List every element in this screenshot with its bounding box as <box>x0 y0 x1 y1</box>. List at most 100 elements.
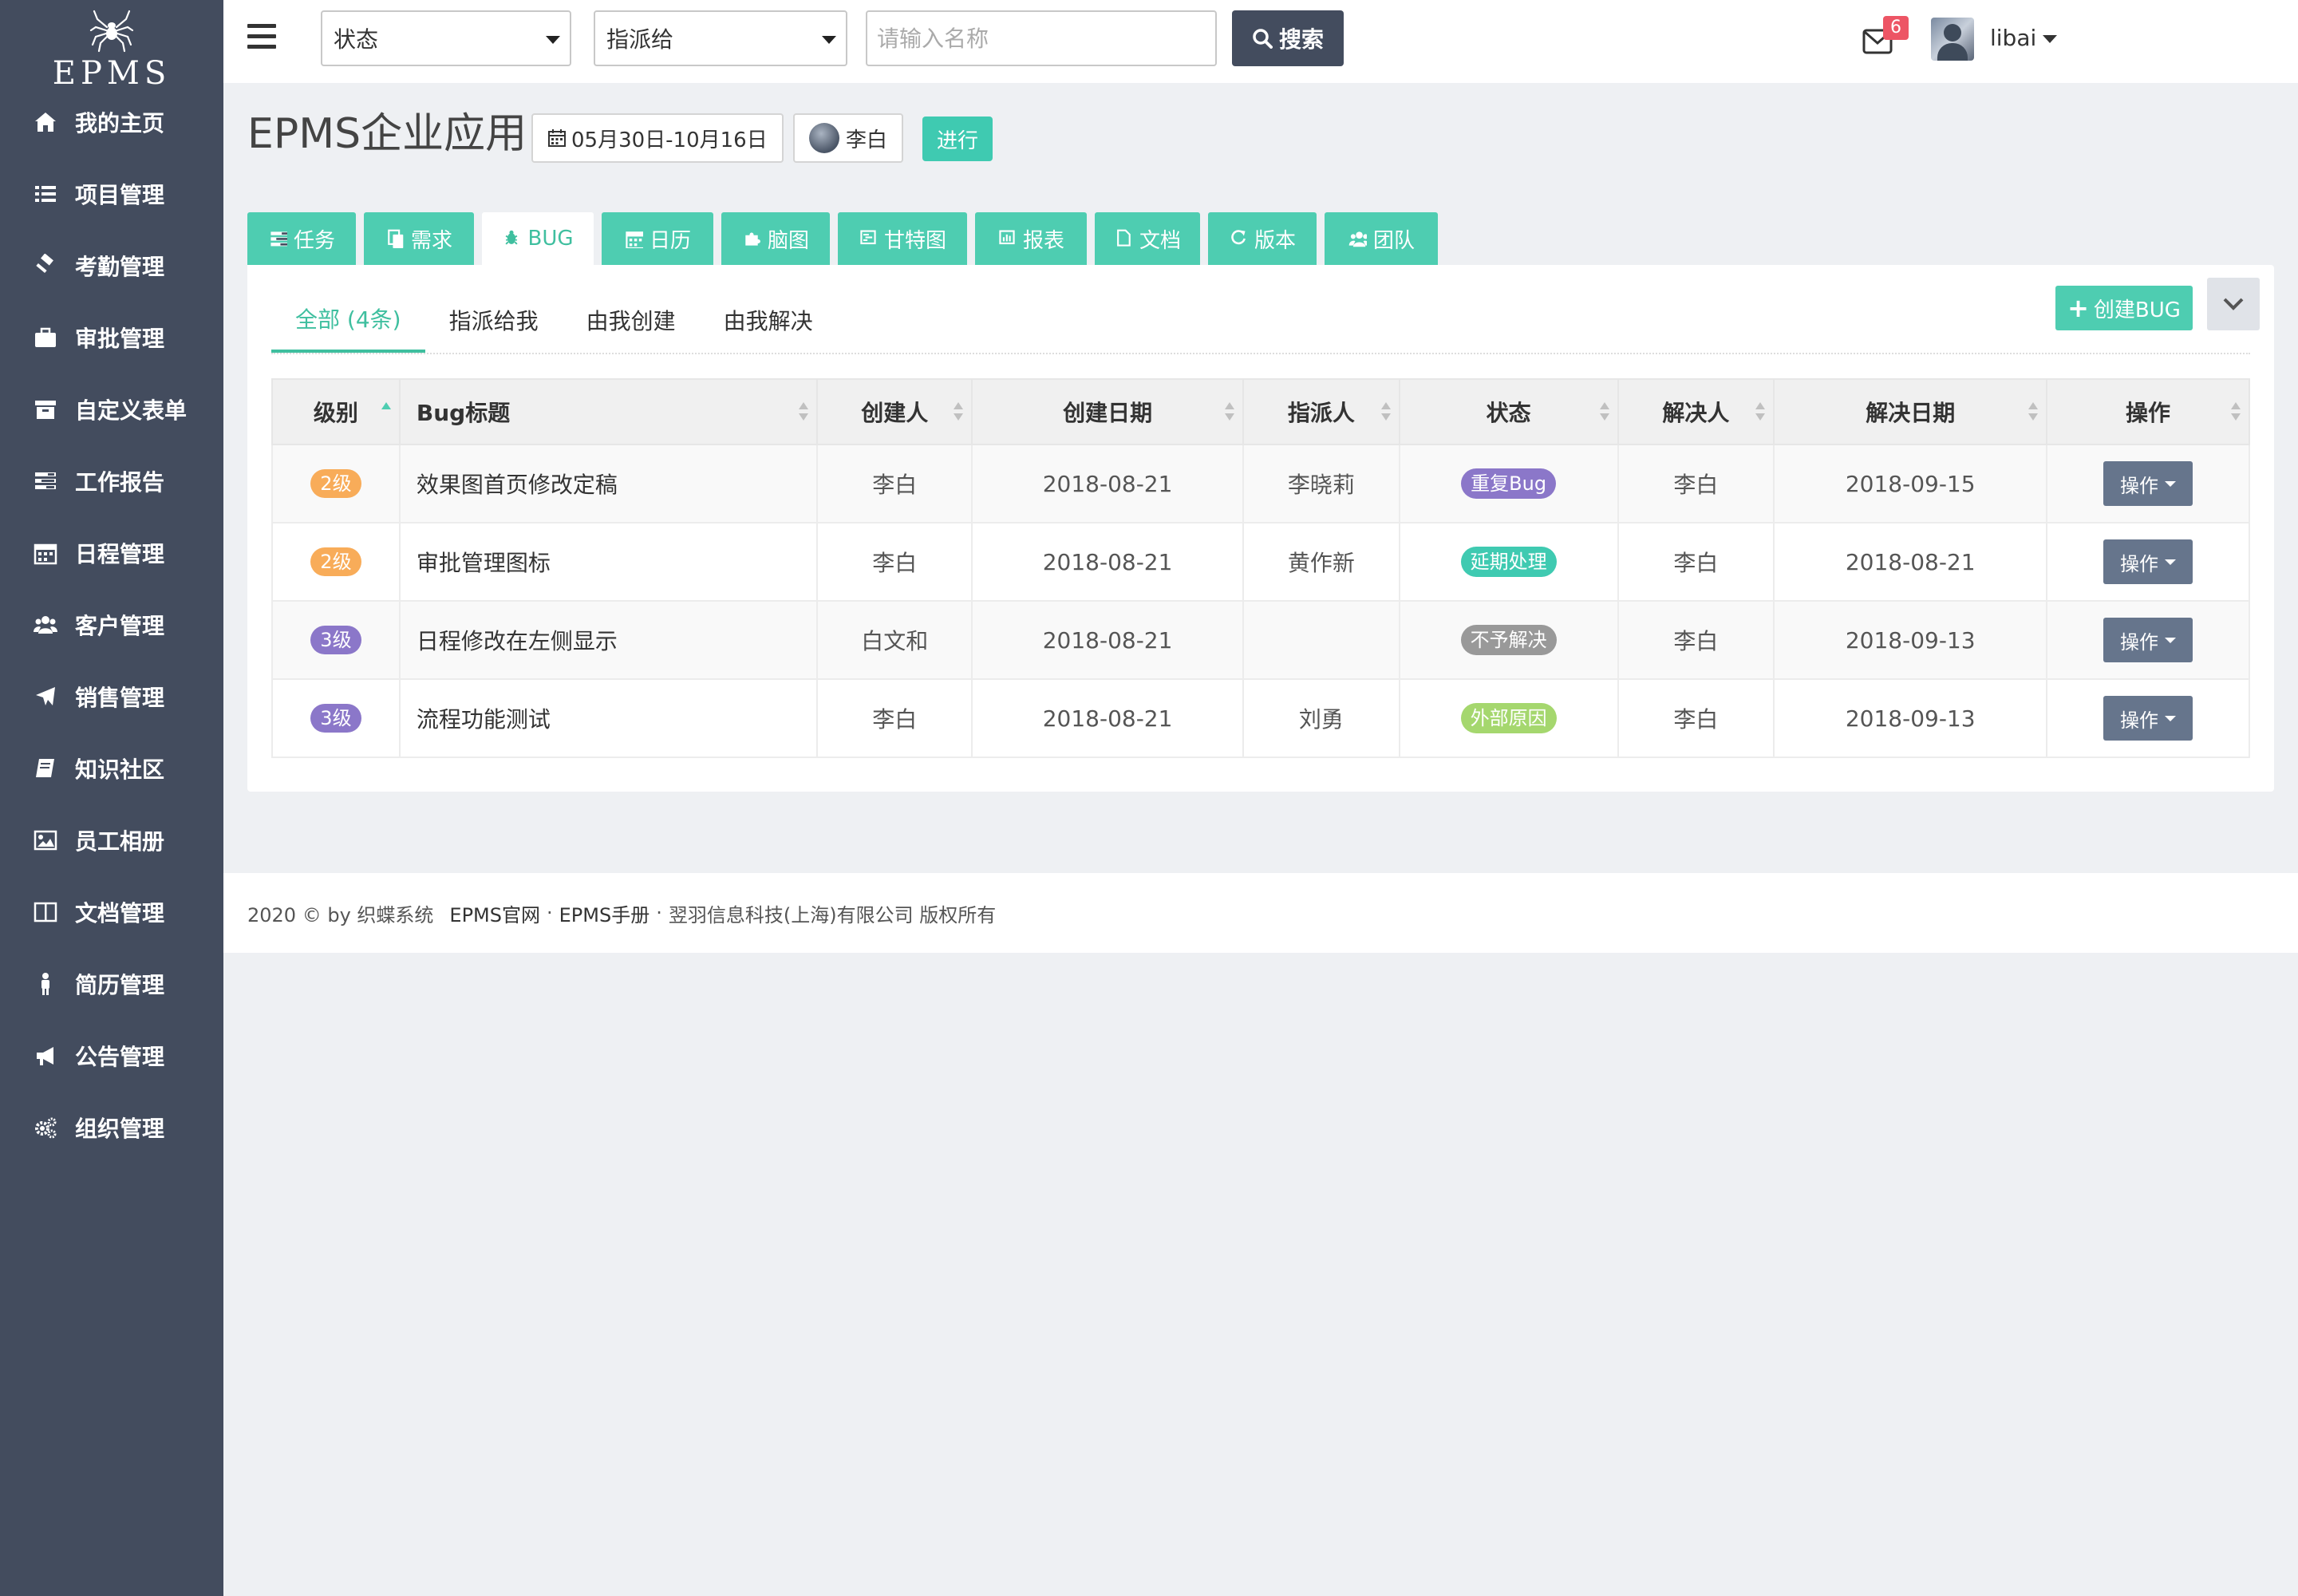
logo[interactable]: EPMS <box>0 0 223 89</box>
archive-icon <box>35 401 56 419</box>
column-header-4[interactable]: 指派人 <box>1242 378 1400 445</box>
level-badge: 2级 <box>310 547 361 576</box>
tab-calendar[interactable]: 日历 <box>602 212 713 265</box>
filter-tab-1[interactable]: 指派给我 <box>425 287 563 353</box>
sidebar-item-label: 日程管理 <box>75 541 165 567</box>
sort-icon <box>954 402 964 425</box>
created-date-cell: 2018-08-21 <box>971 600 1244 680</box>
created-date-cell: 2018-08-21 <box>971 678 1244 758</box>
column-header-3[interactable]: 创建日期 <box>971 378 1244 445</box>
actions-dropdown-button[interactable]: 操作 <box>2103 618 2193 662</box>
sidebar-item-9[interactable]: 知识社区 <box>0 733 223 804</box>
table-row[interactable]: 2级 审批管理图标 李白 2018-08-21 黄作新 延期处理 李白 2018-08-21 操… <box>271 522 2250 602</box>
column-header-8[interactable]: 操作 <box>2046 378 2250 445</box>
actions-dropdown-button[interactable]: 操作 <box>2103 461 2193 506</box>
image-icon <box>34 830 57 851</box>
tab-file[interactable]: 文档 <box>1095 212 1200 265</box>
actions-label: 操作 <box>2120 474 2159 497</box>
collapse-toggle-button[interactable] <box>2207 278 2260 330</box>
menu-toggle-icon[interactable] <box>247 24 276 56</box>
cogs-icon <box>35 1117 57 1139</box>
sidebar-item-3[interactable]: 审批管理 <box>0 302 223 373</box>
sidebar-item-label: 文档管理 <box>75 900 165 926</box>
bug-title[interactable]: 审批管理图标 <box>398 522 819 602</box>
actions-label: 操作 <box>2120 630 2159 654</box>
column-header-7[interactable]: 解决日期 <box>1773 378 2048 445</box>
caret-down-icon <box>546 36 560 44</box>
tab-bar-chart[interactable]: 报表 <box>975 212 1087 265</box>
creator-cell: 李白 <box>816 678 973 758</box>
sidebar-item-14[interactable]: 组织管理 <box>0 1092 223 1163</box>
name-search-input[interactable] <box>866 10 1217 66</box>
male-icon <box>41 973 49 995</box>
sidebar-item-12[interactable]: 简历管理 <box>0 948 223 1020</box>
bug-title[interactable]: 日程修改在左侧显示 <box>398 600 819 680</box>
sidebar-item-11[interactable]: 文档管理 <box>0 876 223 948</box>
caret-down-icon <box>2165 559 2177 565</box>
sidebar-item-10[interactable]: 员工相册 <box>0 804 223 876</box>
tab-refresh[interactable]: 版本 <box>1208 212 1317 265</box>
filter-tab-0[interactable]: 全部 (4条) <box>271 287 425 353</box>
user-menu-caret-icon[interactable] <box>2043 35 2057 43</box>
level-badge: 2级 <box>310 469 361 498</box>
resolver-cell: 李白 <box>1617 678 1775 758</box>
column-header-0[interactable]: 级别 <box>271 378 401 445</box>
create-bug-button[interactable]: + 创建BUG <box>2055 286 2193 330</box>
table-header-row: 级别 Bug标题 创建人 创建日期 指派人 状态 解决人 解决日期 操作 <box>271 378 2250 445</box>
tab-copy[interactable]: 需求 <box>364 212 474 265</box>
username[interactable]: libai <box>1990 22 2036 54</box>
status-select[interactable]: 状态 <box>321 10 571 66</box>
columns-icon <box>32 899 59 926</box>
footer-link-official-site[interactable]: EPMS官网 <box>449 899 540 927</box>
resolved-date-cell: 2018-09-13 <box>1773 600 2048 680</box>
calendar-icon <box>548 129 566 147</box>
sidebar-item-2[interactable]: 考勤管理 <box>0 230 223 302</box>
user-avatar[interactable] <box>1931 18 1974 61</box>
project-owner[interactable]: 李白 <box>793 113 904 163</box>
calendar-icon <box>34 543 57 565</box>
resolver-cell: 李白 <box>1617 600 1775 680</box>
tab-users[interactable]: 团队 <box>1325 212 1438 265</box>
sidebar-item-1[interactable]: 项目管理 <box>0 158 223 230</box>
table-row[interactable]: 3级 流程功能测试 李白 2018-08-21 刘勇 外部原因 李白 2018-09-13 操作 <box>271 678 2250 758</box>
footer-link-manual[interactable]: EPMS手册 <box>559 899 650 927</box>
sidebar-item-0[interactable]: 我的主页 <box>0 86 223 158</box>
sidebar-item-8[interactable]: 销售管理 <box>0 661 223 733</box>
footer-copyright: 2020 © by 织蝶系统 <box>247 903 434 926</box>
level-cell: 2级 <box>271 522 401 602</box>
project-date-range: 05月30日-10月16日 <box>531 113 784 163</box>
bug-filter-tabs: 全部 (4条) 指派给我 由我创建 由我解决 <box>271 287 837 353</box>
tab-gantt[interactable]: 甘特图 <box>838 212 967 265</box>
column-header-5[interactable]: 状态 <box>1398 378 1619 445</box>
tab-tasks[interactable]: 任务 <box>247 212 356 265</box>
sidebar-item-label: 我的主页 <box>75 110 165 136</box>
column-header-2[interactable]: 创建人 <box>816 378 973 445</box>
sidebar-item-6[interactable]: 日程管理 <box>0 517 223 589</box>
table-row[interactable]: 3级 日程修改在左侧显示 白文和 2018-08-21 不予解决 李白 2018-09-13… <box>271 600 2250 680</box>
sidebar-item-7[interactable]: 客户管理 <box>0 589 223 661</box>
column-header-1[interactable]: Bug标题 <box>398 378 819 445</box>
filter-tab-2[interactable]: 由我创建 <box>563 287 700 353</box>
chevron-down-icon <box>2223 298 2244 310</box>
column-header-6[interactable]: 解决人 <box>1617 378 1775 445</box>
top-bar: 状态 指派给 搜索 <box>223 0 2298 83</box>
spider-logo-icon <box>89 8 134 61</box>
actions-dropdown-button[interactable]: 操作 <box>2103 696 2193 741</box>
search-button[interactable]: 搜索 <box>1232 10 1344 66</box>
sidebar-item-label: 考勤管理 <box>75 254 165 280</box>
filter-tab-3[interactable]: 由我解决 <box>700 287 837 353</box>
assignee-select[interactable]: 指派给 <box>594 10 847 66</box>
resolver-cell: 李白 <box>1617 444 1775 523</box>
tab-puzzle[interactable]: 脑图 <box>721 212 830 265</box>
sort-icon <box>1599 402 1609 425</box>
sidebar-item-5[interactable]: 工作报告 <box>0 445 223 517</box>
actions-dropdown-button[interactable]: 操作 <box>2103 539 2193 584</box>
tab-bug[interactable]: BUG <box>482 212 594 265</box>
table-row[interactable]: 2级 效果图首页修改定稿 李白 2018-08-21 李晓莉 重复Bug 李白 2018-09… <box>271 444 2250 523</box>
briefcase-icon <box>32 324 59 351</box>
sidebar-item-4[interactable]: 自定义表单 <box>0 373 223 445</box>
bug-title[interactable]: 效果图首页修改定稿 <box>398 444 819 523</box>
bug-title[interactable]: 流程功能测试 <box>398 678 819 758</box>
sidebar-item-13[interactable]: 公告管理 <box>0 1020 223 1092</box>
actions-cell: 操作 <box>2046 678 2250 758</box>
